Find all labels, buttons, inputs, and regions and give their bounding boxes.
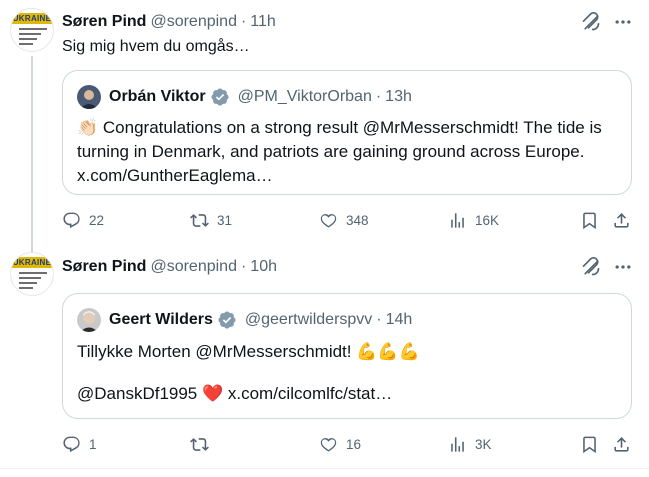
like-count: 16 [346, 436, 362, 452]
views-icon [451, 436, 464, 452]
quoted-link[interactable]: x.com/GuntherEaglema… [77, 164, 619, 188]
like-count: 348 [346, 212, 369, 228]
quoted-author-name[interactable]: Orbán Viktor [109, 88, 206, 106]
reply-button[interactable]: 22 [62, 211, 104, 230]
like-button[interactable]: 16 [319, 435, 361, 454]
avatar-banner-text: UKRAINE [11, 257, 53, 268]
avatar-banner-text: UKRAINE [11, 13, 53, 24]
timestamp[interactable]: 11h [250, 13, 276, 31]
tweet[interactable]: UKRAINE Søren Pind @sorenpind · 10h Geer… [0, 242, 649, 477]
verified-badge-icon [217, 310, 237, 330]
reply-icon [63, 436, 80, 452]
share-icon [614, 436, 629, 452]
more-icon[interactable] [613, 12, 633, 32]
views-icon [451, 212, 464, 228]
author-avatar[interactable]: UKRAINE [10, 252, 54, 296]
quoted-tweet[interactable]: Geert Wilders @geertwilderspvv · 14h Til… [62, 293, 632, 419]
quoted-tweet-header: Geert Wilders @geertwilderspvv · 14h [77, 308, 412, 332]
bookmark-button[interactable] [580, 211, 607, 230]
repost-icon [190, 213, 209, 227]
quoted-tweet-text: Tillykke Morten @MrMesserschmidt! 💪💪💪 @D… [77, 340, 619, 406]
bookmark-icon [583, 436, 596, 453]
tweet[interactable]: UKRAINE Søren Pind @sorenpind · 11h Sig … [0, 0, 649, 246]
repost-icon [190, 437, 209, 451]
quoted-author-handle[interactable]: @PM_ViktorOrban [238, 88, 372, 106]
repost-count: 31 [217, 212, 233, 228]
separator-dot: · [376, 311, 382, 328]
views-count: 3K [475, 436, 492, 452]
like-button[interactable]: 348 [319, 211, 369, 230]
quoted-text-line: Congratulations on a strong result @MrMe… [102, 118, 602, 137]
quoted-timestamp[interactable]: 13h [385, 88, 412, 106]
thread-connector [31, 242, 33, 252]
more-icon[interactable] [613, 257, 633, 277]
tweet-actions: 22 31 348 16K [62, 208, 632, 232]
reply-count: 1 [89, 436, 97, 452]
quoted-text-line: @DanskDf1995 ❤️ x.com/cilcomlfc/stat… [77, 384, 393, 403]
share-button[interactable] [612, 435, 639, 454]
quoted-author-avatar[interactable] [77, 85, 101, 109]
separator-dot: · [240, 258, 247, 275]
verified-badge-icon [210, 87, 230, 107]
reply-count: 22 [89, 212, 105, 228]
reply-button[interactable]: 1 [62, 435, 97, 454]
like-icon [320, 213, 337, 228]
quoted-tweet[interactable]: Orbán Viktor @PM_ViktorOrban · 13h 👏🏻 Co… [62, 70, 632, 195]
separator-dot: · [240, 13, 247, 30]
grok-icon[interactable] [581, 12, 601, 32]
quoted-timestamp[interactable]: 14h [386, 311, 413, 329]
bookmark-button[interactable] [580, 435, 607, 454]
share-icon [614, 212, 629, 228]
tweet-divider [0, 468, 649, 469]
thread-connector [31, 56, 33, 246]
quoted-text-line: Tillykke Morten @MrMesserschmidt! 💪💪💪 [77, 342, 420, 361]
quoted-tweet-header: Orbán Viktor @PM_ViktorOrban · 13h [77, 85, 412, 109]
author-handle[interactable]: @sorenpind [150, 258, 237, 276]
views-button[interactable]: 16K [448, 211, 499, 230]
reply-icon [63, 212, 80, 228]
quoted-text-line: turning in Denmark, and patriots are gai… [77, 142, 585, 161]
author-name[interactable]: Søren Pind [62, 258, 146, 276]
grok-icon[interactable] [581, 257, 601, 277]
repost-button[interactable]: 31 [190, 211, 232, 230]
author-name[interactable]: Søren Pind [62, 13, 146, 31]
tweet-actions: 1 16 3K [62, 432, 632, 456]
quoted-author-avatar[interactable] [77, 308, 101, 332]
share-button[interactable] [612, 211, 639, 230]
like-icon [320, 437, 337, 452]
views-count: 16K [475, 212, 500, 228]
clapping-emoji: 👏🏻 [77, 118, 99, 137]
bookmark-icon [583, 212, 596, 229]
tweet-header: Søren Pind @sorenpind · 11h [62, 11, 649, 33]
separator-dot: · [375, 88, 382, 105]
author-handle[interactable]: @sorenpind [150, 13, 237, 31]
tweet-header: Søren Pind @sorenpind · 10h [62, 256, 649, 278]
repost-button[interactable] [190, 435, 217, 454]
quoted-tweet-text: 👏🏻 Congratulations on a strong result @M… [77, 116, 619, 188]
views-button[interactable]: 3K [448, 435, 492, 454]
quoted-author-name[interactable]: Geert Wilders [109, 311, 213, 329]
quoted-author-handle[interactable]: @geertwilderspvv [245, 311, 372, 329]
author-avatar[interactable]: UKRAINE [10, 8, 54, 52]
tweet-text: Sig mig hvem du omgås… [62, 38, 250, 55]
timestamp[interactable]: 10h [250, 258, 277, 276]
